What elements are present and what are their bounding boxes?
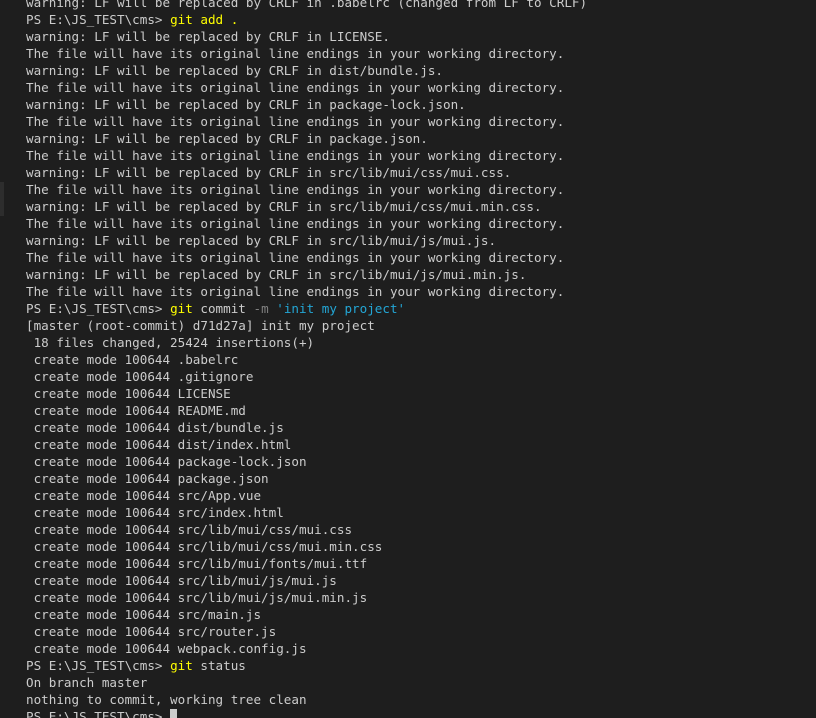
terminal-line: The file will have its original line end… [26,114,565,129]
terminal-line-truncated: warning: LF will be replaced by CRLF in … [26,0,588,10]
terminal-line: create mode 100644 src/main.js [26,607,262,622]
git-status-output: On branch master nothing to commit, worki… [26,674,816,708]
gutter-marker [0,199,4,216]
final-prompt-line[interactable]: PS E:\JS_TEST\cms> [26,708,816,718]
terminal-line: create mode 100644 dist/index.html [26,437,292,452]
terminal-line: The file will have its original line end… [26,216,565,231]
terminal-line: warning: LF will be replaced by CRLF in … [26,267,527,282]
terminal-line: create mode 100644 src/index.html [26,505,284,520]
terminal-line: create mode 100644 package-lock.json [26,454,307,469]
terminal-line: create mode 100644 src/router.js [26,624,277,639]
terminal-panel[interactable]: warning: LF will be replaced by CRLF in … [0,0,816,718]
command-subcommand: status [192,658,246,673]
terminal-line: warning: LF will be replaced by CRLF in … [26,29,390,44]
terminal-line: nothing to commit, working tree clean [26,692,307,707]
terminal-line: create mode 100644 README.md [26,403,246,418]
terminal-line: The file will have its original line end… [26,148,565,163]
terminal-line: warning: LF will be replaced by CRLF in … [26,97,466,112]
prompt: PS E:\JS_TEST\cms> [26,12,171,27]
terminal-line: The file will have its original line end… [26,182,565,197]
terminal-line: warning: LF will be replaced by CRLF in … [26,233,497,248]
terminal-line: create mode 100644 src/lib/mui/css/mui.m… [26,539,383,554]
text-cursor[interactable] [170,709,178,718]
terminal-line: The file will have its original line end… [26,250,565,265]
terminal-line: create mode 100644 .gitignore [26,369,254,384]
terminal-line: create mode 100644 dist/bundle.js [26,420,284,435]
command-string: 'init my project' [268,301,406,316]
terminal-line: create mode 100644 src/lib/mui/js/mui.mi… [26,590,368,605]
terminal-line: The file will have its original line end… [26,284,565,299]
git-add-output: warning: LF will be replaced by CRLF in … [26,28,816,300]
terminal-line: create mode 100644 src/lib/mui/css/mui.c… [26,522,353,537]
git-add-command-line: PS E:\JS_TEST\cms> git add . [26,11,816,28]
command-flag: -m [253,301,269,316]
command-text: git [170,658,193,673]
terminal-line: 18 files changed, 25424 insertions(+) [26,335,315,350]
terminal-line: warning: LF will be replaced by CRLF in … [26,131,428,146]
terminal-line: warning: LF will be replaced by CRLF in … [26,199,542,214]
git-status-command-line: PS E:\JS_TEST\cms> git status [26,657,816,674]
terminal-line: warning: LF will be replaced by CRLF in … [26,165,512,180]
prompt: PS E:\JS_TEST\cms> [26,658,171,673]
terminal-line: create mode 100644 .babelrc [26,352,239,367]
terminal-line: warning: LF will be replaced by CRLF in … [26,63,444,78]
terminal-line: On branch master [26,675,148,690]
terminal-line: create mode 100644 src/App.vue [26,488,262,503]
prompt: PS E:\JS_TEST\cms> [26,301,171,316]
command-text: git [170,301,193,316]
command-subcommand: commit [192,301,254,316]
terminal-line: create mode 100644 src/lib/mui/js/mui.js [26,573,337,588]
terminal-line: create mode 100644 package.json [26,471,269,486]
terminal-line: create mode 100644 src/lib/mui/fonts/mui… [26,556,368,571]
gutter-marker [0,182,4,199]
terminal-line: The file will have its original line end… [26,46,565,61]
terminal-line: The file will have its original line end… [26,80,565,95]
terminal-line: [master (root-commit) d71d27a] init my p… [26,318,375,333]
git-commit-output: [master (root-commit) d71d27a] init my p… [26,317,816,657]
terminal-line: create mode 100644 webpack.config.js [26,641,307,656]
prompt: PS E:\JS_TEST\cms> [26,709,171,718]
command-text: git add . [170,12,239,27]
git-commit-command-line: PS E:\JS_TEST\cms> git commit -m 'init m… [26,300,816,317]
terminal-output: warning: LF will be replaced by CRLF in … [26,0,816,718]
terminal-line: create mode 100644 LICENSE [26,386,231,401]
